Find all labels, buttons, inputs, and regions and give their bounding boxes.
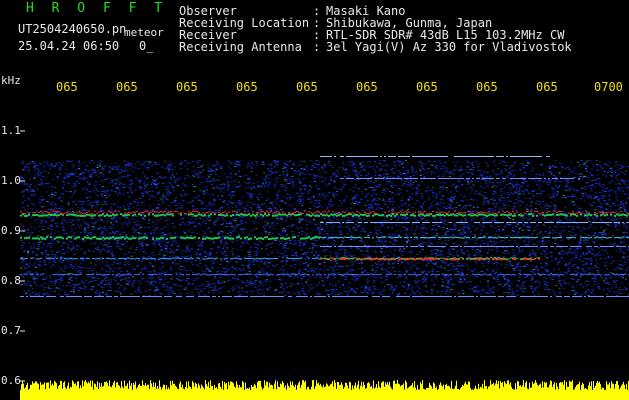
y-axis-ticks <box>20 130 25 382</box>
detection-tag: meteor <box>124 26 164 39</box>
y-tick-label: 1.1 <box>1 124 21 137</box>
date-time: 25.04.24 06:50 <box>18 39 120 53</box>
x-tick: 065 <box>476 80 498 94</box>
x-tick: 0700 <box>594 80 623 94</box>
x-tick: 065 <box>236 80 258 94</box>
carrier-lines <box>20 156 629 297</box>
x-tick: 065 <box>176 80 198 94</box>
y-tick-label: 0.6 <box>1 374 21 387</box>
spectrogram <box>20 130 629 400</box>
y-axis-unit: kHz <box>1 74 21 87</box>
antenna-value: 3el Yagi(V) Az 330 for Vladivostok <box>326 40 572 54</box>
y-tick-label: 1.0 <box>1 174 21 187</box>
file-name: UT2504240650.pn <box>18 22 127 36</box>
x-tick: 065 <box>356 80 378 94</box>
level-meter <box>20 380 629 400</box>
y-tick-label: 0.7 <box>1 324 21 337</box>
app-title: H R O F F T <box>26 1 168 16</box>
noise-band <box>20 160 629 296</box>
x-tick: 065 <box>116 80 138 94</box>
y-tick-label: 0.8 <box>1 274 21 287</box>
y-tick-label: 0.9 <box>1 224 21 237</box>
antenna-sep: : <box>313 40 321 54</box>
x-tick: 065 <box>416 80 438 94</box>
antenna-key: Receiving Antenna <box>179 40 302 54</box>
x-tick: 065 <box>536 80 558 94</box>
counter: 0_ <box>139 39 154 53</box>
x-tick: 065 <box>56 80 78 94</box>
x-tick: 065 <box>296 80 318 94</box>
